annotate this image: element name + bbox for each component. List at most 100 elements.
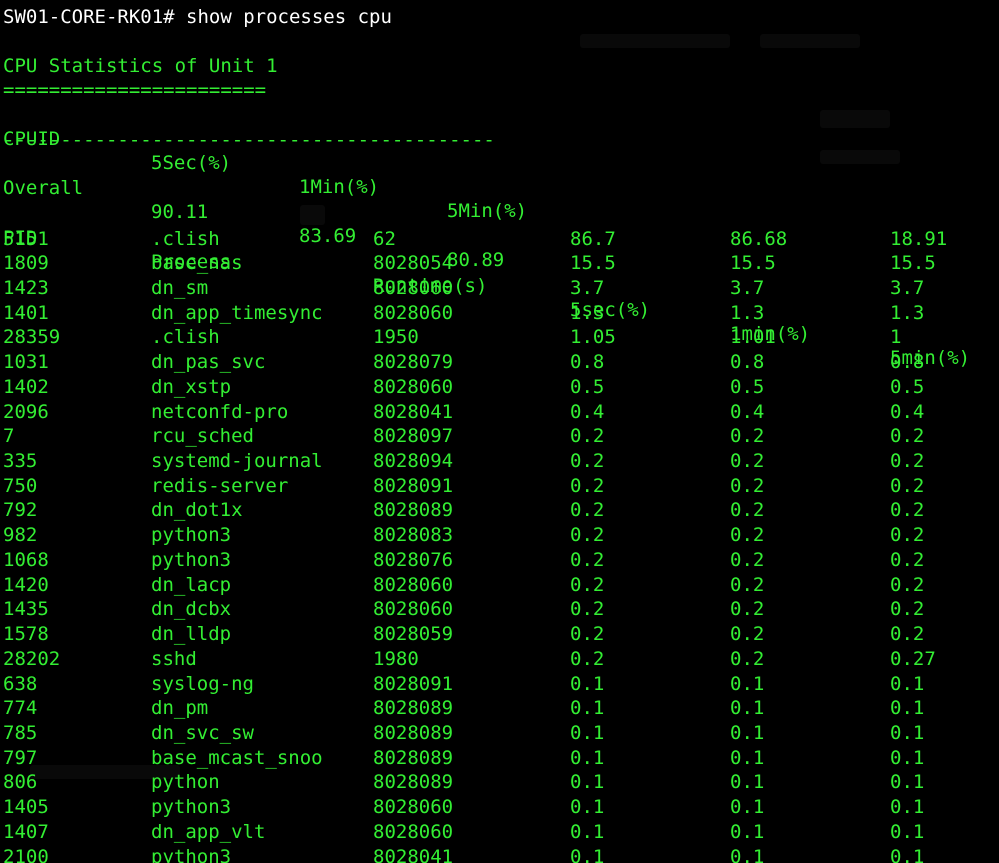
cell-5sec: 0.5 bbox=[570, 375, 605, 398]
cell-1min: 0.2 bbox=[730, 598, 765, 621]
cell-process: dn_app_vlt bbox=[151, 820, 266, 843]
cell-5sec: 86.7 bbox=[570, 227, 616, 250]
cell-5sec: 0.8 bbox=[570, 351, 605, 374]
cpu-header-1min: 1Min(%) bbox=[299, 176, 380, 198]
cell-runtime: 1950 bbox=[373, 326, 419, 349]
cell-1min: 86.68 bbox=[730, 227, 788, 250]
cell-5sec: 0.2 bbox=[570, 647, 605, 670]
cell-process: dn_dot1x bbox=[151, 499, 243, 522]
cell-pid: 774 bbox=[3, 697, 38, 720]
table-row: 785 dn_svc_sw 8028089 0.1 0.1 0.1 bbox=[3, 721, 993, 745]
cell-pid: 335 bbox=[3, 450, 38, 472]
cell-pid: 7 bbox=[3, 425, 15, 448]
cell-5min: 0.1 bbox=[890, 697, 925, 720]
table-row: 1031 dn_pas_svc 8028079 0.8 0.8 0.8 bbox=[3, 350, 993, 374]
cell-5sec: 1.05 bbox=[570, 326, 616, 349]
cell-5sec: 0.1 bbox=[570, 697, 605, 720]
terminal-window[interactable]: SW01-CORE-RK01# show processes cpu CPU S… bbox=[0, 0, 999, 863]
table-row: 5151 .clish 62 86.7 86.68 18.91 bbox=[3, 227, 993, 251]
cell-1min: 0.1 bbox=[730, 672, 765, 695]
cell-5min: 0.2 bbox=[890, 524, 925, 547]
cell-5min: 0.1 bbox=[890, 771, 925, 794]
cell-5sec: 0.2 bbox=[570, 548, 605, 571]
cell-5sec: 0.2 bbox=[570, 598, 605, 621]
table-row: 1423 dn_sm 8028060 3.7 3.7 3.7 bbox=[3, 276, 993, 300]
cpu-stats-title: CPU Statistics of Unit 1 bbox=[3, 55, 278, 77]
command-prompt: SW01-CORE-RK01# show processes cpu bbox=[3, 6, 392, 28]
cell-runtime: 8028076 bbox=[373, 548, 454, 571]
cell-pid: 1401 bbox=[3, 301, 49, 324]
cell-5min: 0.2 bbox=[890, 548, 925, 571]
cell-5min: 0.2 bbox=[890, 623, 925, 645]
cell-5sec: 0.1 bbox=[570, 746, 605, 769]
cell-pid: 638 bbox=[3, 672, 38, 695]
cell-5min: 0.2 bbox=[890, 598, 925, 621]
cell-5sec: 0.2 bbox=[570, 474, 605, 497]
process-table-header: PID Process Runtime(s) 5sec(%) 1min(%) 5… bbox=[3, 202, 993, 369]
cell-5sec: 3.7 bbox=[570, 276, 605, 299]
cell-pid: 792 bbox=[3, 499, 38, 522]
cell-process: syslog-ng bbox=[151, 672, 254, 695]
cell-pid: 1405 bbox=[3, 796, 49, 819]
cell-runtime: 8028079 bbox=[373, 351, 454, 374]
cell-pid: 1402 bbox=[3, 375, 49, 398]
table-row: 2096 netconfd-pro 8028041 0.4 0.4 0.4 bbox=[3, 400, 993, 424]
cell-5min: 0.2 bbox=[890, 425, 925, 448]
cell-process: dn_dcbx bbox=[151, 598, 232, 621]
cell-runtime: 8028060 bbox=[373, 276, 454, 299]
cell-1min: 0.2 bbox=[730, 548, 765, 571]
cell-runtime: 8028054 bbox=[373, 252, 454, 275]
cell-5min: 3.7 bbox=[890, 276, 925, 299]
cell-1min: 0.1 bbox=[730, 845, 765, 863]
cell-1min: 0.2 bbox=[730, 647, 765, 670]
cell-1min: 0.2 bbox=[730, 425, 765, 448]
cell-process: dn_lldp bbox=[151, 623, 232, 645]
cell-pid: 1068 bbox=[3, 548, 49, 571]
table-row: 1420 dn_lacp 8028060 0.2 0.2 0.2 bbox=[3, 573, 993, 597]
cell-pid: 1435 bbox=[3, 598, 49, 621]
cell-5min: 1 bbox=[890, 326, 902, 349]
table-row: 806 python 8028089 0.1 0.1 0.1 bbox=[3, 770, 993, 794]
ghost-text bbox=[580, 34, 730, 48]
cell-5sec: 0.1 bbox=[570, 796, 605, 819]
cell-1min: 0.2 bbox=[730, 450, 765, 472]
cell-pid: 1423 bbox=[3, 276, 49, 299]
cell-pid: 785 bbox=[3, 721, 38, 744]
overall-label: Overall bbox=[3, 177, 84, 199]
cell-5sec: 0.2 bbox=[570, 623, 605, 645]
cell-5sec: 0.1 bbox=[570, 672, 605, 695]
cell-runtime: 8028089 bbox=[373, 697, 454, 720]
cell-5min: 18.91 bbox=[890, 227, 948, 250]
cell-5sec: 0.2 bbox=[570, 573, 605, 596]
cell-5min: 0.2 bbox=[890, 474, 925, 497]
cell-process: redis-server bbox=[151, 474, 289, 497]
cell-process: python3 bbox=[151, 845, 232, 863]
table-row: 7 rcu_sched 8028097 0.2 0.2 0.2 bbox=[3, 424, 993, 448]
cell-process: rcu_sched bbox=[151, 425, 254, 448]
cell-pid: 1031 bbox=[3, 351, 49, 374]
cpu-stats-overall-row: Overall 90.11 83.69 80.89 bbox=[3, 152, 993, 271]
cell-pid: 1420 bbox=[3, 573, 49, 596]
cell-pid: 5151 bbox=[3, 227, 49, 250]
table-row: 1401 dn_app_timesync 8028060 1.3 1.3 1.3 bbox=[3, 301, 993, 325]
cell-process: python3 bbox=[151, 524, 232, 547]
table-row: 797 base_mcast_snoo 8028089 0.1 0.1 0.1 bbox=[3, 746, 993, 770]
table-row: 982 python3 8028083 0.2 0.2 0.2 bbox=[3, 523, 993, 547]
table-row: 774 dn_pm 8028089 0.1 0.1 0.1 bbox=[3, 696, 993, 720]
cell-pid: 28359 bbox=[3, 326, 61, 349]
table-row: 1405 python3 8028060 0.1 0.1 0.1 bbox=[3, 795, 993, 819]
cell-pid: 1578 bbox=[3, 623, 49, 645]
cell-pid: 806 bbox=[3, 771, 38, 794]
cell-runtime: 62 bbox=[373, 227, 396, 250]
cell-5min: 0.1 bbox=[890, 820, 925, 843]
cell-5min: 0.1 bbox=[890, 746, 925, 769]
cell-5min: 0.1 bbox=[890, 672, 925, 695]
cell-runtime: 8028083 bbox=[373, 524, 454, 547]
cell-5min: 0.2 bbox=[890, 450, 925, 472]
cell-1min: 0.4 bbox=[730, 400, 765, 423]
cell-pid: 2100 bbox=[3, 845, 49, 863]
cell-5sec: 0.2 bbox=[570, 524, 605, 547]
cpu-stats-title-underline: ======================= bbox=[3, 79, 267, 101]
cell-process: dn_pm bbox=[151, 697, 209, 720]
cell-1min: 0.1 bbox=[730, 746, 765, 769]
